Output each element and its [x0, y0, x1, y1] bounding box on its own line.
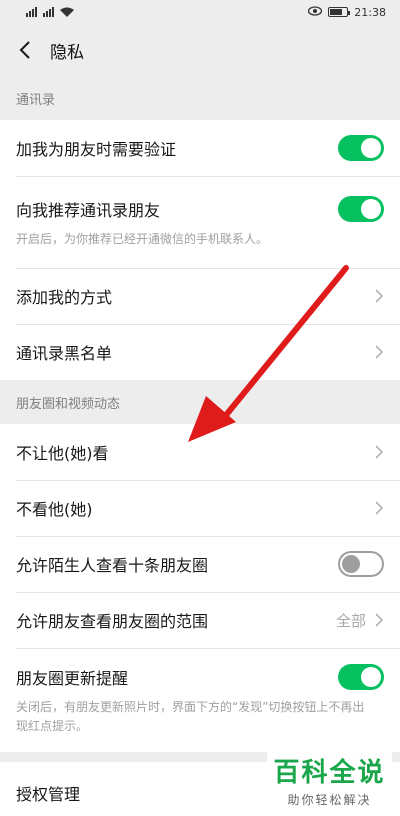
watermark-title: 百科全说 — [273, 758, 386, 788]
status-left — [26, 7, 74, 17]
chevron-right-icon — [374, 344, 384, 360]
watermark-subtitle: 助你轻松解决 — [287, 793, 372, 807]
chevron-left-icon[interactable] — [14, 39, 36, 61]
stranger-view-toggle[interactable] — [338, 551, 384, 577]
section-header-moments: 朋友圈和视频动态 — [16, 396, 121, 412]
stranger-view-label: 允许陌生人查看十条朋友圈 — [16, 556, 209, 575]
moments-group: 不让他(她)看 不看他(她) 允许陌生人查看十条朋友圈 允许朋友查看朋友圈的范围… — [0, 424, 400, 752]
contacts-group: 加我为朋友时需要验证 向我推荐通讯录朋友 开启后，为你推荐已经开通微信的手机联系… — [0, 120, 400, 380]
dont-see-row[interactable]: 不看他(她) — [0, 480, 400, 536]
signal-icon-2 — [43, 7, 54, 17]
toggle-knob — [361, 138, 381, 158]
dont-see-label: 不看他(她) — [16, 500, 93, 519]
recommend-contacts-row: 向我推荐通讯录朋友 开启后，为你推荐已经开通微信的手机联系人。 — [0, 176, 400, 268]
recommend-contacts-desc: 开启后，为你推荐已经开通微信的手机联系人。 — [16, 231, 269, 246]
blacklist-row[interactable]: 通讯录黑名单 — [0, 324, 400, 380]
wifi-icon — [60, 7, 74, 17]
chevron-right-icon — [374, 612, 384, 628]
status-right: 21:38 — [308, 6, 386, 19]
moments-update-label: 朋友圈更新提醒 — [16, 669, 129, 689]
page-title: 隐私 — [50, 42, 84, 63]
stranger-view-row: 允许陌生人查看十条朋友圈 — [0, 536, 400, 592]
add-methods-label: 添加我的方式 — [16, 288, 113, 307]
chevron-right-icon — [374, 500, 384, 516]
moments-update-row: 朋友圈更新提醒 关闭后，有朋友更新照片时，界面下方的“发现”切换按钮上不再出现红… — [0, 648, 400, 752]
moments-update-desc: 关闭后，有朋友更新照片时，界面下方的“发现”切换按钮上不再出现红点提示。 — [16, 700, 365, 733]
eye-icon — [308, 5, 323, 19]
signal-icon — [26, 7, 37, 17]
watermark: 百科全说 助你轻松解决 — [267, 750, 392, 810]
hide-from-row[interactable]: 不让他(她)看 — [0, 424, 400, 480]
toggle-knob — [361, 667, 381, 688]
nav-bar: 隐私 — [0, 24, 400, 76]
verify-friend-label: 加我为朋友时需要验证 — [16, 140, 177, 159]
recommend-contacts-label: 向我推荐通讯录朋友 — [16, 200, 161, 220]
chevron-right-icon — [374, 288, 384, 304]
view-range-value: 全部 — [335, 611, 366, 630]
toggle-knob — [361, 198, 381, 219]
section-header-contacts: 通讯录 — [16, 92, 56, 108]
view-range-label: 允许朋友查看朋友圈的范围 — [16, 612, 209, 631]
recommend-contacts-toggle[interactable] — [338, 195, 384, 222]
chevron-right-icon — [374, 444, 384, 460]
hide-from-label: 不让他(她)看 — [16, 444, 109, 463]
auth-management-label: 授权管理 — [16, 785, 81, 804]
status-time: 21:38 — [354, 5, 386, 19]
view-range-right: 全部 — [336, 610, 384, 631]
battery-icon — [328, 7, 351, 17]
verify-friend-toggle[interactable] — [338, 135, 384, 161]
moments-update-toggle[interactable] — [338, 664, 384, 691]
toggle-knob — [342, 555, 360, 573]
add-methods-row[interactable]: 添加我的方式 — [0, 268, 400, 324]
blacklist-label: 通讯录黑名单 — [16, 344, 113, 363]
verify-friend-row: 加我为朋友时需要验证 — [0, 120, 400, 176]
status-bar: 21:38 — [0, 0, 400, 24]
view-range-row[interactable]: 允许朋友查看朋友圈的范围 全部 — [0, 592, 400, 648]
